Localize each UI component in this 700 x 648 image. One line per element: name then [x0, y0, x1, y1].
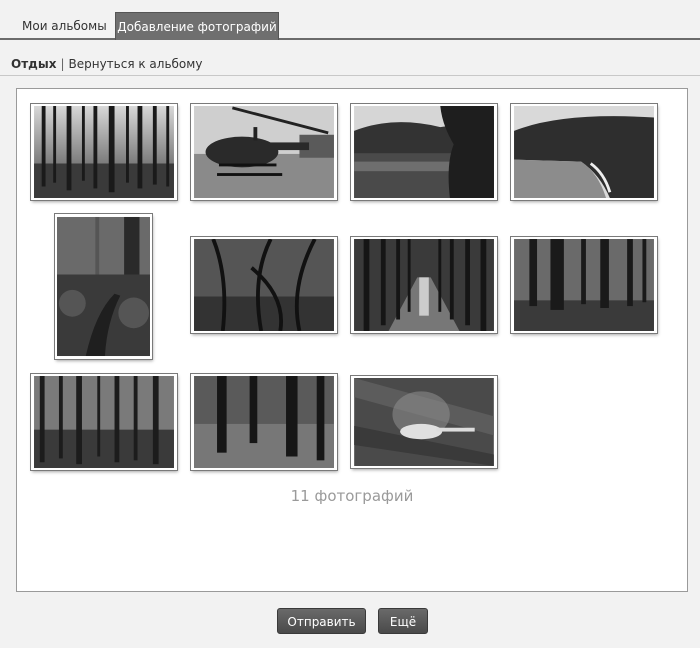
photo-thumbnail[interactable] [511, 104, 657, 200]
photo-thumbnail[interactable] [191, 104, 337, 200]
forest-photo [514, 239, 654, 331]
photo-thumbnail[interactable] [351, 237, 497, 333]
tab-add-photos[interactable]: Добавление фотографий [115, 12, 279, 40]
helicopter-flight-photo [354, 378, 494, 466]
back-to-album-link[interactable]: Вернуться к альбому [69, 57, 203, 71]
photo-count: 11 фотографий [290, 487, 414, 505]
forest-photo [34, 376, 174, 468]
forest-photo [194, 376, 334, 468]
lake-photo [354, 106, 494, 198]
photo-thumbnail[interactable] [351, 104, 497, 200]
photo-thumbnail[interactable] [191, 374, 337, 470]
tab-my-albums[interactable]: Мои альбомы [12, 12, 117, 40]
photo-thumbnail[interactable] [31, 104, 177, 200]
forest-photo [194, 239, 334, 331]
photo-thumbnail[interactable] [511, 237, 657, 333]
coast-photo [514, 106, 654, 198]
album-title: Отдых [11, 57, 57, 71]
forest-path-photo [57, 216, 150, 357]
forest-photo [34, 106, 174, 198]
photo-thumbnail[interactable] [351, 376, 497, 468]
photo-panel: 11 фотографий [16, 88, 688, 592]
helicopter-photo [194, 106, 334, 198]
photo-thumbnail[interactable] [31, 374, 177, 470]
more-button[interactable]: Ещё [378, 608, 428, 634]
photo-thumbnail[interactable] [191, 237, 337, 333]
tree-alley-photo [354, 239, 494, 331]
tab-bar: Мои альбомы Добавление фотографий [0, 0, 700, 40]
send-button[interactable]: Отправить [277, 608, 366, 634]
breadcrumb: Отдых | Вернуться к альбому [0, 40, 700, 76]
breadcrumb-separator: | [60, 57, 65, 71]
photo-thumbnail[interactable] [55, 214, 152, 359]
